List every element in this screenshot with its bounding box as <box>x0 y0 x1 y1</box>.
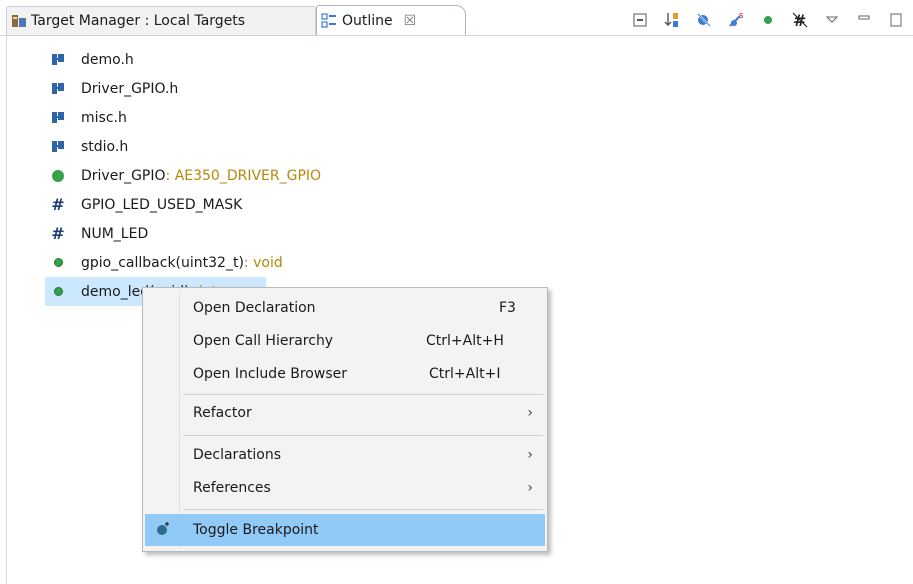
breakpoint-icon <box>156 522 170 536</box>
menu-item-label: References <box>193 480 271 496</box>
header-file-icon <box>51 82 65 96</box>
macro-icon: # <box>51 195 65 214</box>
menu-item-shortcut: Ctrl+Alt+H <box>426 333 504 349</box>
outline-toolbar: S # <box>631 9 905 31</box>
tree-item-driver-gpio-var[interactable]: Driver_GPIO : AE350_DRIVER_GPIO <box>0 161 913 190</box>
context-menu: Open Declaration F3 Open Call Hierarchy … <box>142 287 548 552</box>
header-file-icon <box>51 111 65 125</box>
outline-tree: demo.h Driver_GPIO.h misc.h stdio.h Driv… <box>0 45 913 306</box>
hide-non-public-icon[interactable] <box>759 11 777 29</box>
menu-separator <box>183 394 543 395</box>
collapse-all-icon[interactable] <box>631 11 649 29</box>
menu-item-shortcut: F3 <box>499 300 516 316</box>
tree-item-label: demo.h <box>81 51 134 68</box>
tab-outline[interactable]: Outline ☒ <box>316 5 466 36</box>
hide-fields-icon[interactable] <box>695 11 713 29</box>
sort-icon[interactable] <box>663 11 681 29</box>
tree-item-demo-h[interactable]: demo.h <box>0 45 913 74</box>
maximize-icon[interactable] <box>887 11 905 29</box>
svg-text:S: S <box>739 12 744 20</box>
menu-item-open-call-hierarchy[interactable]: Open Call Hierarchy Ctrl+Alt+H <box>145 326 545 356</box>
tree-item-misc-h[interactable]: misc.h <box>0 103 913 132</box>
submenu-arrow-icon: › <box>527 405 533 421</box>
function-icon <box>51 285 65 299</box>
minimize-icon[interactable] <box>855 11 873 29</box>
tree-item-label: gpio_callback(uint32_t) <box>81 254 244 271</box>
tree-item-label: misc.h <box>81 109 127 126</box>
tree-item-type: : AE350_DRIVER_GPIO <box>165 167 322 184</box>
tab-bar-divider <box>0 35 913 36</box>
menu-item-refactor[interactable]: Refactor › <box>145 398 545 428</box>
menu-item-label: Toggle Breakpoint <box>193 522 319 538</box>
menu-item-references[interactable]: References › <box>145 473 545 503</box>
menu-item-label: Open Include Browser <box>193 366 347 382</box>
submenu-arrow-icon: › <box>527 447 533 463</box>
menu-item-open-declaration[interactable]: Open Declaration F3 <box>145 293 545 323</box>
view-menu-icon[interactable] <box>823 11 841 29</box>
tree-item-driver-gpio-h[interactable]: Driver_GPIO.h <box>0 74 913 103</box>
tree-item-gpio-led-used-mask[interactable]: # GPIO_LED_USED_MASK <box>0 190 913 219</box>
submenu-arrow-icon: › <box>527 480 533 496</box>
menu-item-label: Declarations <box>193 447 282 463</box>
menu-item-toggle-breakpoint[interactable]: Toggle Breakpoint <box>145 514 545 546</box>
tree-item-stdio-h[interactable]: stdio.h <box>0 132 913 161</box>
header-file-icon <box>51 140 65 154</box>
menu-separator <box>183 509 543 510</box>
menu-item-label: Refactor <box>193 405 252 421</box>
tree-item-type: : void <box>243 254 283 271</box>
menu-item-declarations[interactable]: Declarations › <box>145 440 545 470</box>
tree-item-label: NUM_LED <box>81 225 149 242</box>
hide-macros-icon[interactable]: # <box>791 11 809 29</box>
variable-icon <box>51 169 65 183</box>
tree-item-label: stdio.h <box>81 138 129 155</box>
menu-item-shortcut: Ctrl+Alt+I <box>429 366 501 382</box>
menu-item-label: Open Call Hierarchy <box>193 333 334 349</box>
function-icon <box>51 256 65 270</box>
tab-target-manager-label: Target Manager : Local Targets <box>31 13 246 29</box>
menu-item-open-include-browser[interactable]: Open Include Browser Ctrl+Alt+I <box>145 359 545 389</box>
tab-outline-label: Outline <box>342 13 393 29</box>
tree-item-gpio-callback[interactable]: gpio_callback(uint32_t) : void <box>0 248 913 277</box>
view-tab-bar: Target Manager : Local Targets Outline ☒… <box>0 0 913 36</box>
menu-separator <box>183 435 543 436</box>
menu-item-label: Open Declaration <box>193 300 316 316</box>
tree-item-num-led[interactable]: # NUM_LED <box>0 219 913 248</box>
hide-static-icon[interactable]: S <box>727 11 745 29</box>
header-file-icon <box>51 53 65 67</box>
tree-item-label: GPIO_LED_USED_MASK <box>81 196 243 213</box>
target-manager-icon <box>11 13 27 29</box>
tab-target-manager[interactable]: Target Manager : Local Targets <box>6 6 316 35</box>
tree-item-label: Driver_GPIO <box>81 167 166 184</box>
tab-close-icon[interactable]: ☒ <box>404 13 417 29</box>
macro-icon: # <box>51 224 65 243</box>
outline-icon <box>321 13 337 29</box>
tree-item-label: Driver_GPIO.h <box>81 80 179 97</box>
